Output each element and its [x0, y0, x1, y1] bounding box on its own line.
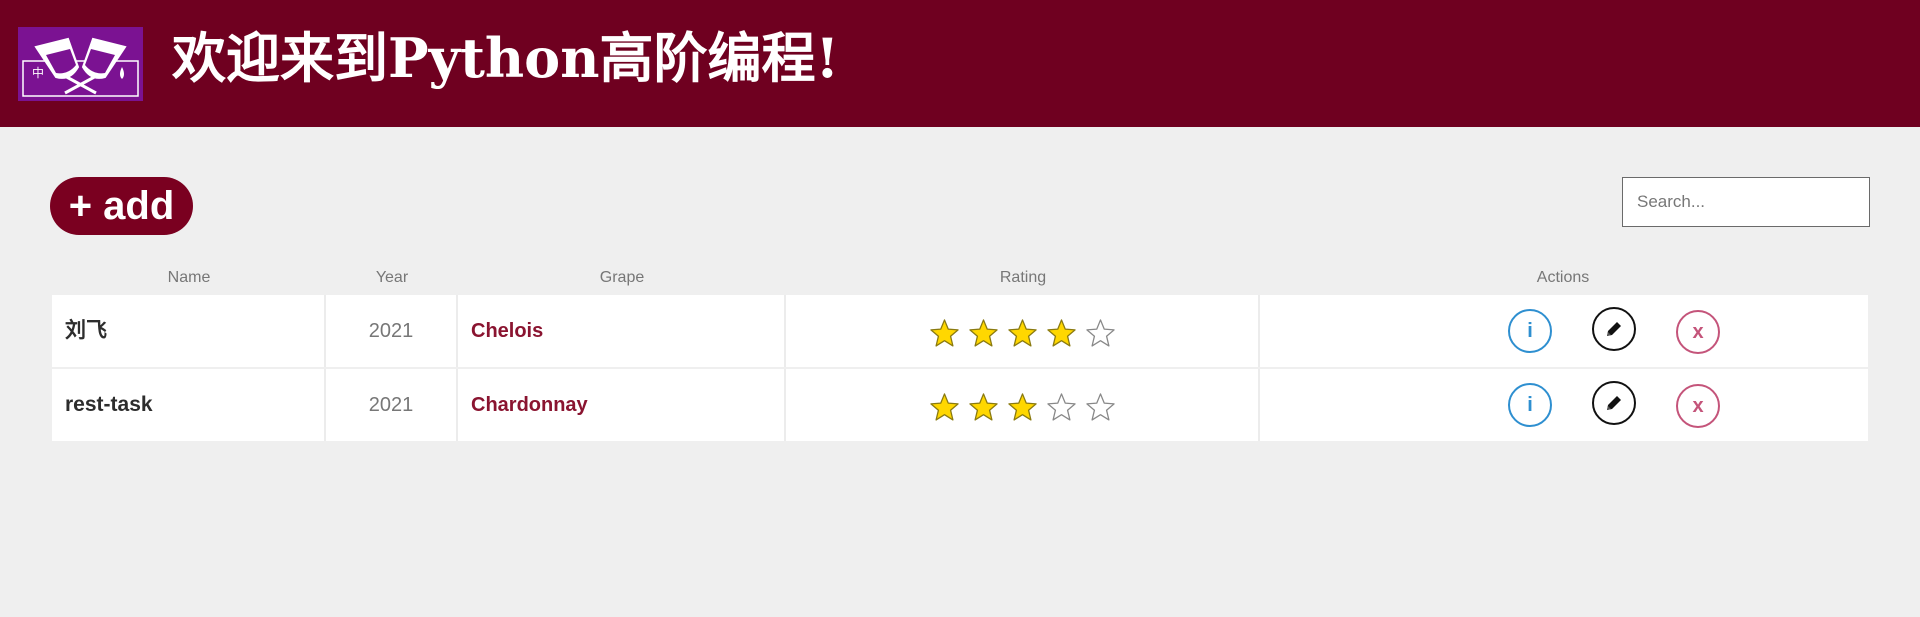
logo-text: 中 — [32, 65, 44, 80]
actions-cell: i x — [1260, 369, 1868, 441]
star-filled-icon[interactable] — [929, 392, 960, 423]
wine-grape: Chelois — [458, 295, 786, 367]
star-empty-icon[interactable] — [1046, 392, 1077, 423]
star-filled-icon[interactable] — [1046, 318, 1077, 349]
info-button[interactable]: i — [1508, 309, 1552, 353]
wine-glasses-logo-icon: 中 — [22, 37, 139, 97]
page-title: 欢迎来到Python高阶编程! — [172, 26, 840, 90]
wine-grape: Chardonnay — [458, 369, 786, 441]
rating-cell — [786, 295, 1260, 367]
column-header-grape: Grape — [599, 269, 645, 286]
column-header-actions: Actions — [1536, 269, 1590, 286]
actions-cell: i x — [1260, 295, 1868, 367]
app-header: 中 欢迎来到Python高阶编程! — [0, 0, 1920, 127]
wine-year: 2021 — [326, 295, 458, 367]
column-header-name: Name — [167, 269, 211, 286]
info-button[interactable]: i — [1508, 383, 1552, 427]
wine-name: 刘飞 — [52, 295, 326, 367]
wine-name: rest-task — [52, 369, 326, 441]
star-filled-icon[interactable] — [968, 318, 999, 349]
delete-button[interactable]: x — [1676, 310, 1720, 354]
search-input[interactable] — [1622, 177, 1870, 227]
edit-button[interactable] — [1592, 381, 1636, 425]
wine-year: 2021 — [326, 369, 458, 441]
table-row: rest-task 2021 Chardonnay i x — [52, 369, 1868, 441]
logo: 中 — [18, 27, 143, 101]
star-filled-icon[interactable] — [1007, 318, 1038, 349]
edit-button[interactable] — [1592, 307, 1636, 351]
star-empty-icon[interactable] — [1085, 318, 1116, 349]
column-header-year: Year — [375, 269, 409, 286]
column-header-rating: Rating — [999, 269, 1047, 286]
add-button[interactable]: + add — [50, 177, 193, 235]
star-rating[interactable] — [929, 392, 1116, 423]
star-empty-icon[interactable] — [1085, 392, 1116, 423]
star-filled-icon[interactable] — [968, 392, 999, 423]
star-rating[interactable] — [929, 318, 1116, 349]
star-filled-icon[interactable] — [1007, 392, 1038, 423]
pencil-icon — [1607, 396, 1621, 410]
rating-cell — [786, 369, 1260, 441]
table-row: 刘飞 2021 Chelois i x — [52, 295, 1868, 367]
delete-button[interactable]: x — [1676, 384, 1720, 428]
pencil-icon — [1607, 322, 1621, 336]
star-filled-icon[interactable] — [929, 318, 960, 349]
